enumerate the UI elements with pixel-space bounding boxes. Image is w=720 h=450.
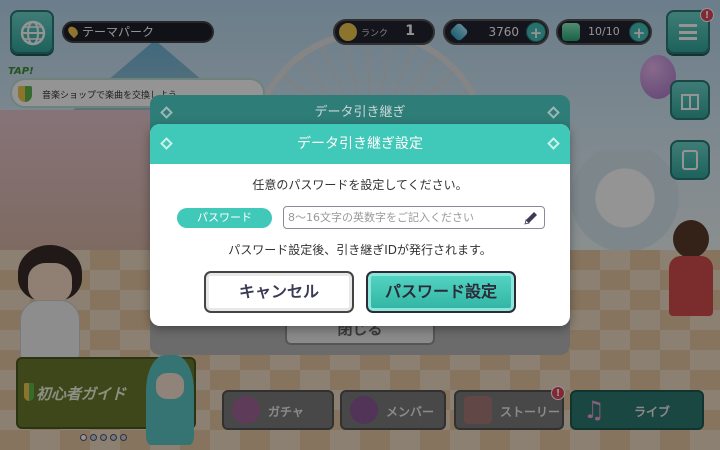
dialog-note: パスワード設定後、引き継ぎIDが発行されます。 [228, 243, 492, 257]
set-password-button[interactable]: パスワード設定 [366, 271, 516, 313]
pencil-icon [524, 212, 537, 225]
password-label: パスワード [177, 208, 272, 228]
dialog-instruction: 任意のパスワードを設定してください。 [252, 178, 468, 192]
password-field[interactable] [283, 206, 545, 229]
dialog-title: データ引き継ぎ設定 [150, 124, 570, 164]
cancel-button[interactable]: キャンセル [204, 271, 354, 313]
password-setting-dialog: データ引き継ぎ設定 任意のパスワードを設定してください。 パスワード パスワード… [150, 124, 570, 326]
password-input[interactable] [288, 208, 520, 227]
